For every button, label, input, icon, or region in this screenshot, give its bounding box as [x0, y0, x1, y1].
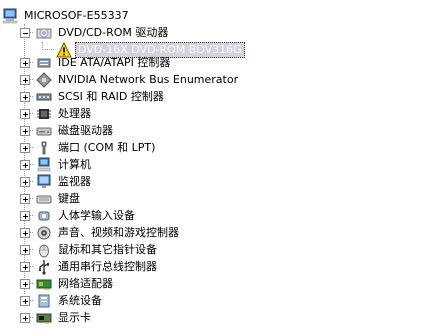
expand-toggle[interactable]	[20, 194, 30, 204]
cd-drive-icon	[36, 25, 52, 41]
tree-item[interactable]: 键盘	[36, 191, 82, 207]
collapse-toggle[interactable]	[20, 28, 30, 38]
tree-item-label: 系统设备	[58, 294, 102, 307]
tree-item[interactable]: IDE ATA/ATAPI 控制器	[36, 55, 172, 71]
scsi-controller-icon	[36, 89, 52, 105]
tree-item[interactable]: SCSI 和 RAID 控制器	[36, 89, 166, 105]
bus-enumerator-icon	[36, 72, 52, 88]
tree-item[interactable]: NVIDIA Network Bus Enumerator	[36, 72, 240, 88]
tree-item-label: 声音、视频和游戏控制器	[58, 226, 179, 239]
tree-item[interactable]: 声音、视频和游戏控制器	[36, 225, 181, 241]
expand-toggle[interactable]	[20, 160, 30, 170]
tree-item-label: 通用串行总线控制器	[58, 260, 157, 273]
port-icon	[36, 140, 52, 156]
computer-icon	[36, 157, 52, 173]
tree-item-label: DVD/CD-ROM 驱动器	[58, 26, 169, 39]
tree-item-label: 键盘	[58, 192, 80, 205]
expand-toggle[interactable]	[20, 92, 30, 102]
expand-toggle[interactable]	[20, 211, 30, 221]
expand-toggle[interactable]	[20, 177, 30, 187]
tree-item-label: 鼠标和其它指针设备	[58, 243, 157, 256]
expand-toggle[interactable]	[20, 296, 30, 306]
tree-item-label: IDE ATA/ATAPI 控制器	[58, 56, 171, 69]
device-tree: MICROSOF-E55337 DVD/CD-ROM 驱动器 DVD-16X D…	[0, 0, 428, 324]
tree-item[interactable]: 处理器	[36, 106, 93, 122]
tree-item[interactable]: 计算机	[36, 157, 93, 173]
tree-item[interactable]: 磁盘驱动器	[36, 123, 115, 139]
disk-drive-icon	[36, 123, 52, 139]
tree-item-label: 端口 (COM 和 LPT)	[58, 141, 156, 154]
tree-item-dvd-cdrom[interactable]: DVD/CD-ROM 驱动器	[36, 25, 170, 41]
tree-item[interactable]: 监视器	[36, 174, 93, 190]
tree-item[interactable]: 网络适配器	[36, 276, 115, 292]
tree-item-label: 计算机	[58, 158, 91, 171]
tree-item[interactable]: 端口 (COM 和 LPT)	[36, 140, 157, 156]
tree-item-label: SCSI 和 RAID 控制器	[58, 90, 164, 103]
computer-icon	[2, 8, 18, 24]
tree-item[interactable]: 通用串行总线控制器	[36, 259, 159, 275]
tree-item-label: 网络适配器	[58, 277, 113, 290]
tree-item[interactable]: 鼠标和其它指针设备	[36, 242, 159, 258]
tree-item[interactable]: 显示卡	[36, 310, 93, 326]
expand-toggle[interactable]	[20, 58, 30, 68]
tree-line	[42, 49, 54, 50]
network-adapter-icon	[36, 276, 52, 292]
tree-item-label: 监视器	[58, 175, 91, 188]
mouse-icon	[36, 242, 52, 258]
root-label: MICROSOF-E55337	[24, 9, 129, 22]
tree-item-label: 显示卡	[58, 311, 91, 324]
keyboard-icon	[36, 191, 52, 207]
tree-item-label: NVIDIA Network Bus Enumerator	[58, 73, 239, 86]
tree-root[interactable]: MICROSOF-E55337	[2, 8, 131, 24]
expand-toggle[interactable]	[20, 245, 30, 255]
expand-toggle[interactable]	[20, 126, 30, 136]
expand-toggle[interactable]	[20, 228, 30, 238]
expand-toggle[interactable]	[20, 313, 30, 323]
tree-item-label: 处理器	[58, 107, 91, 120]
usb-icon	[36, 259, 52, 275]
sound-icon	[36, 225, 52, 241]
expand-toggle[interactable]	[20, 279, 30, 289]
tree-item[interactable]: 系统设备	[36, 293, 104, 309]
tree-item-label: 磁盘驱动器	[58, 124, 113, 137]
expand-toggle[interactable]	[20, 262, 30, 272]
ide-controller-icon	[36, 55, 52, 71]
expand-toggle[interactable]	[20, 143, 30, 153]
expand-toggle[interactable]	[20, 75, 30, 85]
tree-item[interactable]: 人体学输入设备	[36, 208, 137, 224]
system-devices-icon	[36, 293, 52, 309]
hid-icon	[36, 208, 52, 224]
monitor-icon	[36, 174, 52, 190]
processor-icon	[36, 106, 52, 122]
tree-item-label: 人体学输入设备	[58, 209, 135, 222]
display-adapter-icon	[36, 310, 52, 326]
expand-toggle[interactable]	[20, 109, 30, 119]
